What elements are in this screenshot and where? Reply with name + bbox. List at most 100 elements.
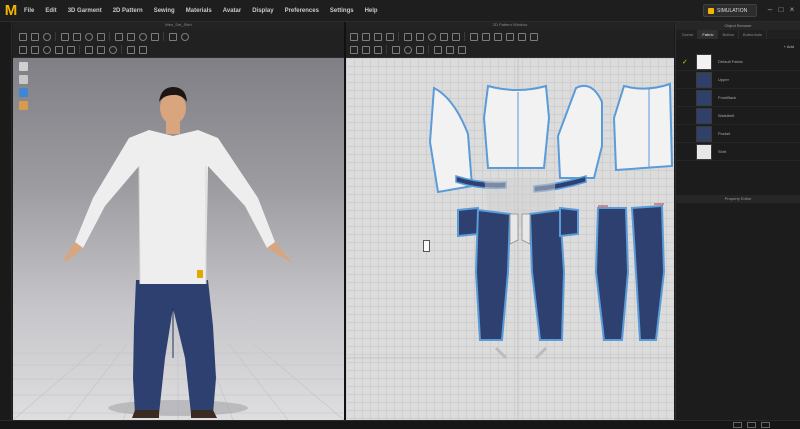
circle-icon[interactable] [428,32,436,41]
simulation-button[interactable]: SIMULATION [703,4,757,17]
check-sewing-icon[interactable] [374,45,382,54]
toolbar-divider [398,32,399,41]
light-tool-icon[interactable] [181,32,189,41]
edit-pattern-icon[interactable] [362,32,370,41]
measure-tool-icon[interactable] [115,32,123,41]
pattern-sleeve-right [556,84,603,179]
button-2d-icon[interactable] [404,45,412,54]
menu-materials[interactable]: Materials [186,8,212,14]
tack-2d-icon[interactable] [392,45,400,54]
pin-2d-icon[interactable] [530,32,538,41]
app-logo: M [4,2,18,19]
simulation-icon [708,7,714,14]
puckering-icon[interactable] [446,45,454,54]
rotate-tool-icon[interactable] [43,32,51,41]
camera-tool-icon[interactable] [169,32,177,41]
graphic-2d-icon[interactable] [458,45,466,54]
move-tool-icon[interactable] [31,32,39,41]
zipper-tool-icon[interactable] [67,45,75,54]
add-fabric-button[interactable]: + Add [784,44,794,49]
stitch-tool-icon[interactable] [31,45,39,54]
view-tool-icon[interactable] [151,32,159,41]
menu-settings[interactable]: Settings [330,8,354,14]
grid-tool-icon[interactable] [127,45,135,54]
menu-preferences[interactable]: Preferences [285,8,319,14]
fabric-name: Shirt [718,149,727,154]
vertical-tab-history[interactable] [0,62,12,102]
pattern-back-right [630,204,666,341]
globe-icon[interactable] [19,88,28,97]
edit-curve-icon[interactable] [386,32,394,41]
fullscreen-icon[interactable] [761,422,770,428]
3d-garment-panel: Men_Set_Shirt [13,22,344,420]
transform-pattern-icon[interactable] [350,32,358,41]
pin-marker[interactable] [423,240,430,252]
texture-edit-icon[interactable] [518,32,526,41]
list-item[interactable]: ✓ Default Fabric [676,53,800,71]
pattern-front-right [528,208,566,341]
trim-tool-icon[interactable] [109,45,117,54]
seam-allowance-icon[interactable] [470,32,478,41]
menu-avatar[interactable]: Avatar [223,8,241,14]
pattern-pocket-left [457,206,479,238]
menu-3d-garment[interactable]: 3D Garment [68,8,102,14]
avatar-tool-icon[interactable] [139,32,147,41]
menu-display[interactable]: Display [252,8,273,14]
strain-map-icon[interactable] [139,45,147,54]
vertical-tab-library[interactable] [0,22,12,62]
shirt-icon[interactable] [19,75,28,84]
close-icon[interactable]: × [787,5,797,15]
list-item[interactable]: Pocket [676,125,800,143]
2d-pattern-viewport[interactable] [346,58,674,420]
cube-icon[interactable] [19,62,28,71]
segment-sewing-icon[interactable] [350,45,358,54]
3d-viewport[interactable] [13,58,344,420]
free-sewing-icon[interactable] [362,45,370,54]
fold-arrange-icon[interactable] [506,32,514,41]
pattern-back-left [594,207,630,341]
select-tool-icon[interactable] [19,32,27,41]
list-item[interactable]: Shirt [676,143,800,161]
tab-fabric[interactable]: Fabric [698,30,719,39]
list-item[interactable]: FrontBack [676,89,800,107]
dart-icon[interactable] [452,32,460,41]
rectangle-icon[interactable] [416,32,424,41]
button-tool-icon[interactable] [55,45,63,54]
fold-tool-icon[interactable] [73,32,81,41]
edit-point-icon[interactable] [374,32,382,41]
viewport-side-icons [19,62,28,114]
arrange-tool-icon[interactable] [85,32,93,41]
menu-help[interactable]: Help [365,8,378,14]
menu-2d-pattern[interactable]: 2D Pattern [113,8,143,14]
pin-tool-icon[interactable] [61,32,69,41]
maximize-icon[interactable]: □ [776,5,786,15]
grid-toggle-icon[interactable] [733,422,742,428]
texture-tool-icon[interactable] [127,32,135,41]
tab-buttonhole[interactable]: Buttonhole [739,30,768,39]
trace-icon[interactable] [482,32,490,41]
tab-scene[interactable]: Scene [678,30,699,39]
2d-toolbar [346,28,674,58]
graphic-tool-icon[interactable] [97,45,105,54]
internal-polygon-icon[interactable] [440,32,448,41]
brush-tool-icon[interactable] [85,45,93,54]
avatar-icon[interactable] [19,101,28,110]
avatar-figure[interactable] [13,58,344,420]
list-item[interactable]: Waistbelt [676,107,800,125]
fabric-swatch [696,71,712,88]
menu-edit[interactable]: Edit [45,8,56,14]
notch-icon[interactable] [494,32,502,41]
menu-sewing[interactable]: Sewing [154,8,175,14]
tack-tool-icon[interactable] [97,32,105,41]
menu-file[interactable]: File [24,8,34,14]
topstitch-icon[interactable] [434,45,442,54]
buttonhole-icon[interactable] [416,45,424,54]
minimize-icon[interactable]: – [765,5,775,15]
tab-button[interactable]: Button [718,30,740,39]
fabric-swatch [696,107,712,124]
list-item[interactable]: Upper [676,71,800,89]
polygon-icon[interactable] [404,32,412,41]
pleat-tool-icon[interactable] [43,45,51,54]
segment-tool-icon[interactable] [19,45,27,54]
layout-icon[interactable] [747,422,756,428]
